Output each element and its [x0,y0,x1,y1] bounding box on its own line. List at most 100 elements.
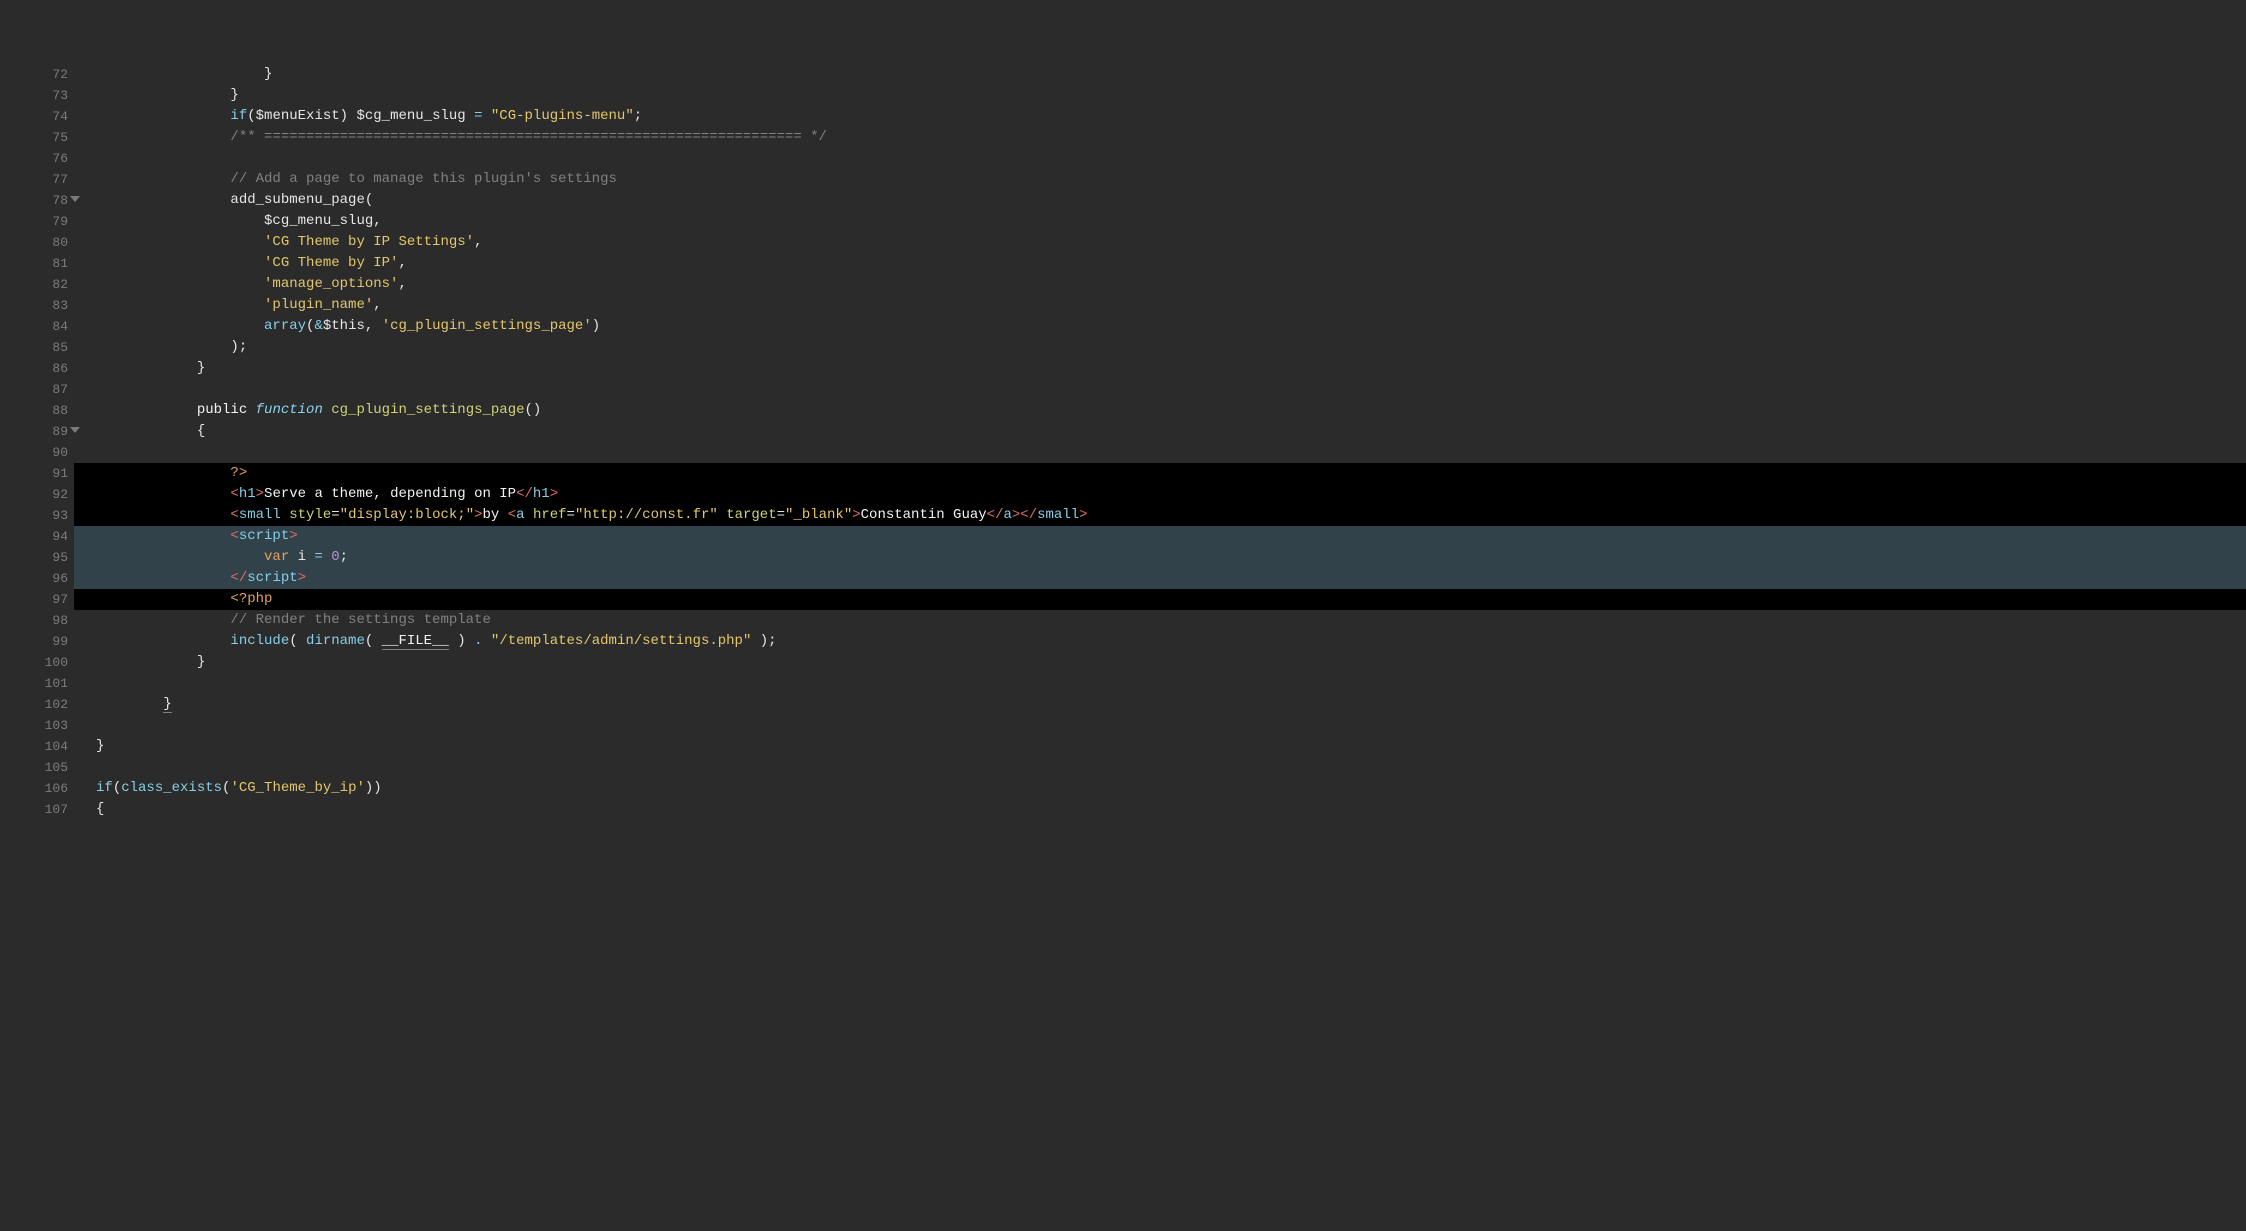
code-line[interactable] [96,673,2246,694]
code-line[interactable]: array(&$this, 'cg_plugin_settings_page') [96,316,2246,337]
line-number[interactable]: 88 [0,400,68,421]
code-text: include( dirname( __FILE__ ) . "/templat… [96,633,777,649]
code-line[interactable]: } [96,652,2246,673]
code-line[interactable] [96,442,2246,463]
line-number[interactable]: 83 [0,295,68,316]
line-number[interactable]: 104 [0,736,68,757]
line-number[interactable]: 75 [0,127,68,148]
line-number[interactable]: 98 [0,610,68,631]
line-number[interactable]: 74 [0,106,68,127]
code-token: = [777,507,785,523]
code-line[interactable] [96,757,2246,778]
line-number[interactable]: 99 [0,631,68,652]
code-token: ); [230,339,247,355]
line-number[interactable]: 85 [0,337,68,358]
line-number[interactable]: 102 [0,694,68,715]
code-line[interactable]: } [96,64,2246,85]
code-token: 'CG Theme by IP Settings' [264,234,474,250]
line-number[interactable]: 80 [0,232,68,253]
code-line[interactable]: } [96,736,2246,757]
code-line[interactable]: 'CG Theme by IP', [96,253,2246,274]
line-number[interactable]: 90 [0,442,68,463]
code-text: <h1>Serve a theme, depending on IP</h1> [96,486,558,502]
code-text: 'CG Theme by IP Settings', [96,234,482,250]
line-number[interactable]: 72 [0,64,68,85]
code-line[interactable]: ); [96,337,2246,358]
code-token: </ [987,507,1004,523]
code-token: < [230,528,238,544]
line-number[interactable]: 95 [0,547,68,568]
code-line[interactable]: // Render the settings template [96,610,2246,631]
code-line[interactable]: <script> [96,526,2246,547]
line-number[interactable]: 79 [0,211,68,232]
line-number[interactable]: 76 [0,148,68,169]
line-number[interactable]: 101 [0,673,68,694]
code-line[interactable]: } [96,358,2246,379]
code-line[interactable]: if(class_exists('CG_Theme_by_ip')) [96,778,2246,799]
line-highlight [74,715,2246,736]
code-line[interactable]: } [96,85,2246,106]
line-number[interactable]: 92 [0,484,68,505]
code-line[interactable]: var i = 0; [96,547,2246,568]
code-token [718,507,726,523]
code-token: public [197,402,256,418]
code-line[interactable]: { [96,421,2246,442]
code-line[interactable]: if($menuExist) $cg_menu_slug = "CG-plugi… [96,106,2246,127]
code-text: <?php [96,591,272,607]
code-line[interactable]: 'CG Theme by IP Settings', [96,232,2246,253]
code-token: ) [449,633,474,649]
code-token: ( [365,633,382,649]
code-line[interactable]: } [96,694,2246,715]
line-number[interactable]: 82 [0,274,68,295]
line-number[interactable]: 78 [0,190,68,211]
code-token: } [96,738,104,754]
line-number[interactable]: 84 [0,316,68,337]
code-token: 0 [331,549,339,565]
code-line[interactable] [96,715,2246,736]
code-token: if [230,108,247,124]
code-editor[interactable]: 7273747576777879808182838485868788899091… [0,64,2246,1151]
code-token: "http://const.fr" [575,507,718,523]
line-number[interactable]: 77 [0,169,68,190]
line-number[interactable]: 103 [0,715,68,736]
code-text: { [96,801,104,817]
code-token: // Render the settings template [230,612,490,628]
line-number[interactable]: 73 [0,85,68,106]
line-number[interactable]: 86 [0,358,68,379]
line-number[interactable]: 89 [0,421,68,442]
code-line[interactable]: public function cg_plugin_settings_page(… [96,400,2246,421]
line-number[interactable]: 106 [0,778,68,799]
line-number[interactable]: 93 [0,505,68,526]
code-line[interactable] [96,379,2246,400]
code-line[interactable]: 'plugin_name', [96,295,2246,316]
line-number[interactable]: 107 [0,799,68,820]
code-line[interactable]: </script> [96,568,2246,589]
line-number[interactable]: 97 [0,589,68,610]
line-number[interactable]: 81 [0,253,68,274]
code-line[interactable]: <small style="display:block;">by <a href… [96,505,2246,526]
line-number[interactable]: 100 [0,652,68,673]
code-line[interactable]: 'manage_options', [96,274,2246,295]
code-line[interactable]: ?> [96,463,2246,484]
code-line[interactable]: $cg_menu_slug, [96,211,2246,232]
code-line[interactable]: add_submenu_page( [96,190,2246,211]
code-line[interactable]: /** ====================================… [96,127,2246,148]
code-token: class_exists [121,780,222,796]
code-token: Serve a theme, depending on IP [264,486,516,502]
code-token: $cg_menu_slug [356,108,474,124]
line-number-gutter[interactable]: 7273747576777879808182838485868788899091… [0,64,74,1151]
line-number[interactable]: 94 [0,526,68,547]
code-line[interactable]: { [96,799,2246,820]
code-line[interactable]: // Add a page to manage this plugin's se… [96,169,2246,190]
code-line[interactable]: <?php [96,589,2246,610]
line-number[interactable]: 91 [0,463,68,484]
code-line[interactable] [96,148,2246,169]
code-token: ) [340,108,357,124]
code-area[interactable]: } } if($menuExist) $cg_menu_slug = "CG-p… [74,64,2246,1151]
line-number[interactable]: 87 [0,379,68,400]
line-number[interactable]: 105 [0,757,68,778]
line-number[interactable]: 96 [0,568,68,589]
code-line[interactable]: include( dirname( __FILE__ ) . "/templat… [96,631,2246,652]
code-token: ( [365,192,373,208]
code-line[interactable]: <h1>Serve a theme, depending on IP</h1> [96,484,2246,505]
